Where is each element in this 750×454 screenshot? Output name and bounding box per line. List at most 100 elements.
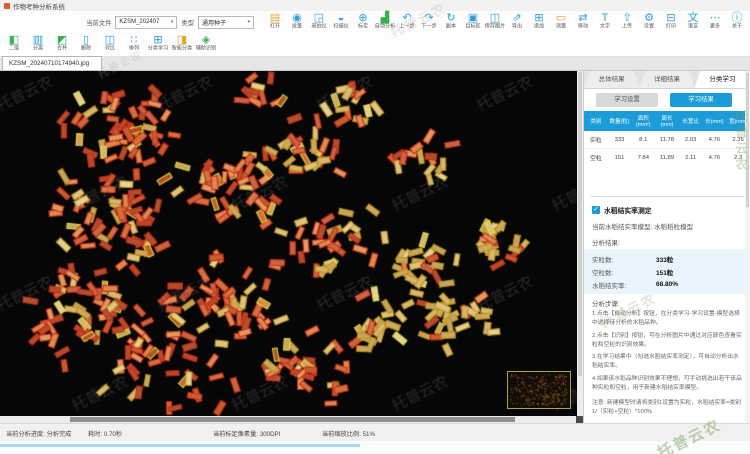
assist-recognition-icon: ◈ bbox=[201, 34, 211, 46]
table-cell: 151 bbox=[607, 148, 632, 166]
delete-trash-icon: ▯ bbox=[82, 34, 90, 46]
analysis-note: 注意: 新建模型时请将类别1设置为实粒，水稻结实率=类别1/（实粒+空粒）*10… bbox=[592, 400, 741, 416]
toolbar-button[interactable]: ⇄ 移动 bbox=[572, 12, 594, 31]
merge-icon: ◩ bbox=[56, 34, 68, 46]
append-icon: ⊞ bbox=[534, 12, 544, 24]
statusbar: 当前分析进度: 分析完成 耗时: 0.70秒 当前标定像素量: 300DPI 当… bbox=[0, 423, 750, 441]
toolbar-button[interactable]: T 文字 bbox=[594, 12, 616, 31]
toolbar-button[interactable]: ◫ 保存图片 bbox=[484, 12, 506, 31]
toolbar-button[interactable]: ⊟ 打印 bbox=[660, 12, 682, 31]
table-cell: 2.03 bbox=[684, 136, 697, 143]
horizontal-scrollbar[interactable] bbox=[0, 416, 583, 423]
toolbar-row-2: ◧ 二值 ▥ 分离 ◩ 合并 ▯ 删除 ◫ 对比 ∷ 排列 ⊞ 分类学习 ◨ 智… bbox=[2, 34, 748, 56]
toolbar-button[interactable]: ◉ 批量 bbox=[286, 12, 308, 31]
toolbar-button[interactable]: ⚙ 设置 bbox=[638, 12, 660, 31]
minimap-canvas bbox=[508, 372, 570, 408]
result-row: 空粒数: 151粒 bbox=[592, 265, 742, 278]
vertical-scrollbar-thumb[interactable] bbox=[578, 72, 582, 376]
toolbar-button-label: 追加 bbox=[533, 24, 545, 30]
auto-analyze-icon: ▟ bbox=[380, 12, 390, 24]
toolbar-button-label: 批量 bbox=[291, 24, 303, 30]
horizontal-scrollbar-thumb[interactable] bbox=[70, 417, 515, 422]
app-window: 作物考种分析系统 当前文件 KZSM_202407 ▾ 类型 通用种子 ▾ ▤ bbox=[0, 0, 750, 454]
toolbar-button[interactable]: ▯ 删除 bbox=[74, 34, 98, 53]
toolbar-button[interactable]: ↶ 上一步 bbox=[396, 12, 418, 31]
text-icon: T bbox=[601, 12, 609, 24]
table-cell: 11.89 bbox=[655, 148, 679, 166]
panel-scrollbar-thumb[interactable] bbox=[746, 73, 749, 207]
toolbar-button-label: 导出 bbox=[511, 24, 523, 30]
toolbar-button[interactable]: ⓘ 关于 bbox=[726, 12, 748, 31]
tab-classify-learning[interactable]: 分类学习 bbox=[694, 71, 750, 88]
image-viewport bbox=[0, 71, 583, 423]
toolbar-button[interactable]: ⋯ 更多 bbox=[704, 12, 726, 31]
learning-subtabs: 学习设置 学习结果 bbox=[584, 89, 750, 111]
results-table-header: 类别 数量(粒) 面积(mm²) 周长(mm) 长宽比 长(mm) 宽(mm) bbox=[584, 111, 750, 131]
minimap[interactable] bbox=[507, 371, 571, 409]
table-row[interactable]: 实粒 333 8.1 11.78 2.03 4.76 2.35 bbox=[584, 131, 750, 149]
seed-type-select[interactable]: 通用种子 ▾ bbox=[198, 15, 254, 29]
toolbar-button[interactable]: ↻ 副本 bbox=[440, 12, 462, 31]
toolbar-button[interactable]: ▥ 分离 bbox=[26, 34, 50, 53]
result-label: 空粒数: bbox=[592, 269, 614, 277]
current-file-label: 当前文件 bbox=[86, 19, 112, 27]
redo-icon: ↷ bbox=[424, 12, 434, 24]
checkbox-checked-icon[interactable]: ✓ bbox=[592, 206, 600, 214]
table-header-cell: 数量(粒) bbox=[607, 111, 632, 131]
toolbar-button[interactable]: ◈ 辅助识别 bbox=[194, 34, 218, 53]
toolbar-button[interactable]: ↷ 下一步 bbox=[418, 12, 440, 31]
table-header-cell: 长宽比 bbox=[678, 111, 703, 131]
toolbar-button[interactable]: ▣ 目标区 bbox=[462, 12, 484, 31]
main-area: 总体结果 详细结果 分类学习 学习设置 学习结果 类别 数量(粒) 面积(mm²) 周… bbox=[0, 71, 750, 423]
toolbar-button-label: 分离 bbox=[32, 46, 44, 52]
toolbar: 当前文件 KZSM_202407 ▾ 类型 通用种子 ▾ ▤ 打开 ◉ 批量 ◲… bbox=[0, 11, 750, 57]
toolbar-button[interactable]: ▤ 打开 bbox=[264, 12, 286, 31]
toolbar-button[interactable]: ⊞ 分类学习 bbox=[146, 34, 170, 53]
toolbar-button[interactable]: 文 语言 bbox=[682, 12, 704, 31]
toolbar-button[interactable]: ◩ 合并 bbox=[50, 34, 74, 53]
toolbar-button[interactable]: ◧ 二值 bbox=[2, 34, 26, 53]
toolbar-button-label: 目标区 bbox=[465, 24, 481, 30]
toolbar-button[interactable]: ⊕ 标定 bbox=[352, 12, 374, 31]
doc-camera-icon: ◲ bbox=[313, 12, 325, 24]
result-value: 151粒 bbox=[656, 269, 674, 277]
toolbar-button[interactable]: ▭ 测量 bbox=[550, 12, 572, 31]
smart-classify-icon: ◨ bbox=[176, 34, 188, 46]
seed-setting-rate-label: 水稻结实率测定 bbox=[604, 208, 652, 215]
status-zoom-level: 当前缩放比例: 51% bbox=[322, 431, 375, 438]
result-label: 水稻结实率: bbox=[592, 282, 627, 290]
learning-settings-button[interactable]: 学习设置 bbox=[596, 93, 658, 107]
toolbar-button[interactable]: ▟ 自动分析 bbox=[374, 12, 396, 31]
tab-overall-results[interactable]: 总体结果 bbox=[584, 71, 640, 88]
document-tab[interactable]: KZSM_20240710174940.jpg bbox=[2, 56, 103, 70]
toolbar-button-label: 下一步 bbox=[421, 24, 437, 30]
current-file-select[interactable]: KZSM_202407 ▾ bbox=[115, 15, 178, 29]
toolbar-button[interactable]: ⇧ 上传 bbox=[616, 12, 638, 31]
toolbar-button[interactable]: ◫ 对比 bbox=[98, 34, 122, 53]
status-calibration: 当前标定像素量: 300DPI bbox=[213, 431, 281, 438]
table-header-cell: 类别 bbox=[584, 111, 608, 131]
toolbar-button[interactable]: ∷ 排列 bbox=[122, 34, 146, 53]
undo-icon: ↶ bbox=[402, 12, 412, 24]
save-image-icon: ◫ bbox=[489, 12, 501, 24]
toolbar-button-label: 打开 bbox=[269, 24, 281, 30]
target-region-icon: ▣ bbox=[467, 12, 479, 24]
toolbar-button[interactable]: ⇗ 导出 bbox=[506, 12, 528, 31]
specimen-image-canvas[interactable] bbox=[0, 71, 577, 416]
classify-learning-icon: ⊞ bbox=[153, 34, 163, 46]
toolbar-button[interactable]: ⊞ 追加 bbox=[528, 12, 550, 31]
table-cell: 4.76 bbox=[702, 148, 727, 166]
more-icon: ⋯ bbox=[709, 12, 721, 24]
toolbar-button-label: 文字 bbox=[599, 24, 611, 30]
panel-scrollbar[interactable] bbox=[745, 71, 750, 423]
result-label: 实粒数: bbox=[592, 256, 614, 264]
learning-results-button[interactable]: 学习结果 bbox=[670, 93, 732, 107]
toolbar-button[interactable]: ◲ 高拍仪 bbox=[308, 12, 330, 31]
toolbar-button[interactable]: ◒ 扫描仪 bbox=[330, 12, 352, 31]
toolbar-button[interactable]: ◨ 智能分类 bbox=[170, 34, 194, 53]
scrollbar-corner bbox=[576, 416, 583, 423]
duplicate-icon: ↻ bbox=[446, 12, 456, 24]
open-folder-icon: ▤ bbox=[269, 12, 281, 24]
table-row[interactable]: 空粒 151 7.84 11.89 2.11 4.76 2.3 bbox=[584, 148, 750, 166]
tab-detailed-results[interactable]: 详细结果 bbox=[639, 71, 695, 88]
